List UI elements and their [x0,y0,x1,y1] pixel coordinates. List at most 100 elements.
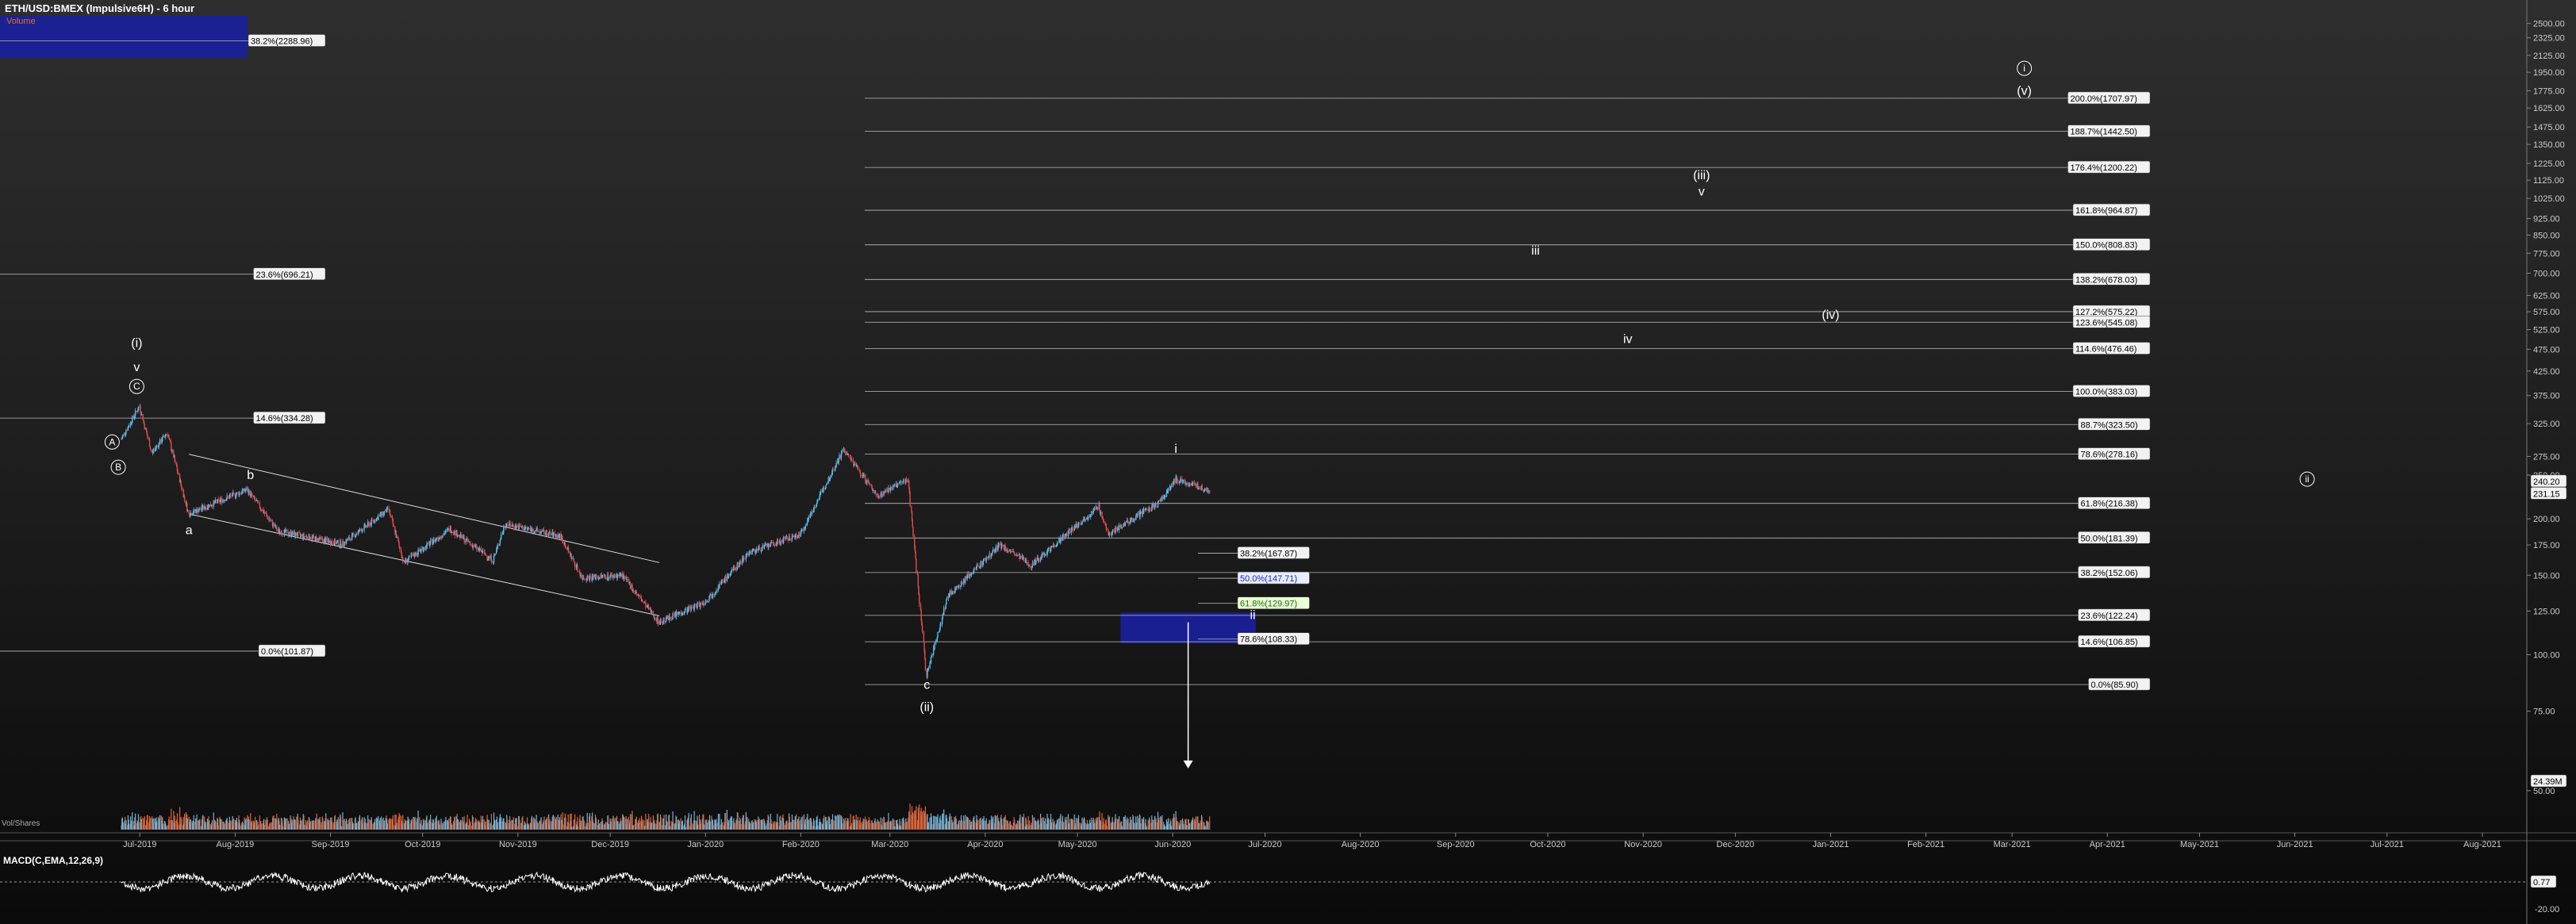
volume-bar [233,819,235,830]
candle-body [1127,521,1129,524]
y-tick-label: 1125.00 [2533,176,2564,186]
candle-body [651,611,653,612]
candle-body [466,538,468,542]
candle-body [737,562,739,567]
candle-body [946,598,948,600]
volume-bar [427,822,428,830]
candle-body [940,624,942,626]
volume-bar [900,826,902,830]
candle-body [559,533,561,538]
fib-label-right: 14.6%(106.85) [2081,638,2138,647]
candle-body [144,424,145,430]
volume-bar [586,812,588,830]
candle-body [260,509,263,512]
y-tick-label: 925.00 [2533,215,2560,224]
volume-bar [543,816,545,830]
candle-body [645,602,647,608]
candle-body [875,491,877,494]
wave-label: (i) [131,337,142,351]
candle-body [1124,522,1127,526]
volume-bar [1106,826,1108,830]
candle-body [236,492,238,494]
volume-bar [663,815,665,830]
wave-label: C [133,381,140,392]
x-tick-label: Jun-2020 [1154,840,1191,849]
candle-body [1186,484,1188,485]
volume-bar [153,818,155,830]
candle-body [1050,547,1052,552]
candle-body [914,536,916,546]
volume-bar [965,815,966,830]
volume-bar [660,817,662,830]
candle-body [1167,488,1169,491]
candle-body [712,594,714,596]
volume-bar [894,826,896,830]
candle-body [396,536,397,539]
volume-bar [789,822,791,830]
candle-body [934,642,935,650]
macd-panel-label: MACD(C,EMA,12,26,9) [3,855,104,866]
volume-bar [986,823,988,830]
x-tick-label: May-2021 [2180,840,2219,849]
volume-bar [190,819,191,830]
volume-bar [473,823,474,830]
volume-bar [850,822,853,830]
volume-bar [888,812,889,830]
candle-body [334,539,336,544]
volume-bar [1201,817,1203,830]
candle-body [724,577,727,581]
candle-body [983,558,985,562]
volume-bar [451,824,453,830]
candle-body [436,537,438,540]
x-tick-label: May-2020 [1058,840,1097,849]
volume-bar [304,824,305,830]
candle-body [211,505,213,507]
candle-body [1069,531,1071,533]
candle-body [313,535,315,538]
volume-bar [411,819,413,830]
volume-bar [1209,816,1211,830]
candle-body [267,516,268,520]
candle-body [543,530,545,535]
candle-body [1019,555,1022,558]
candle-body [1050,546,1053,548]
candle-body [912,520,913,528]
volume-bar [719,814,720,830]
candle-body [1192,482,1194,485]
volume-bar [1054,820,1055,830]
volume-bar [1038,824,1040,830]
candle-body [355,534,358,535]
candle-body [127,426,129,431]
candle-body [801,529,804,531]
candle-body [227,495,228,497]
candle-body [1063,535,1065,539]
candle-body [565,547,566,549]
volume-bar [1198,822,1200,830]
candle-body [1001,544,1004,546]
candle-body [1067,531,1069,537]
volume-bar [924,806,927,830]
volume-bar [774,821,776,830]
x-tick-label: Apr-2020 [967,840,1003,849]
candle-body [1170,485,1173,487]
candle-body [259,502,261,508]
candle-body [1204,489,1206,491]
x-tick-label: Feb-2021 [1907,840,1944,849]
volume-bar [236,818,238,830]
volume-bar [420,819,422,830]
volume-bar [356,822,358,830]
volume-bar [943,809,945,830]
y-tick-label: 1475.00 [2533,123,2565,132]
volume-bar [848,820,850,830]
candle-body [632,589,635,592]
volume-bar [491,825,493,830]
fib-label-retrace: 50.0%(147.71) [1240,574,1297,584]
wave-label: c [923,679,930,692]
volume-bar [460,820,462,830]
volume-bar [580,820,582,830]
volume-bar [1091,818,1092,830]
candle-body [937,631,939,638]
y-tick-label: 475.00 [2533,345,2560,355]
candle-body [970,573,973,575]
candle-body [442,535,443,538]
